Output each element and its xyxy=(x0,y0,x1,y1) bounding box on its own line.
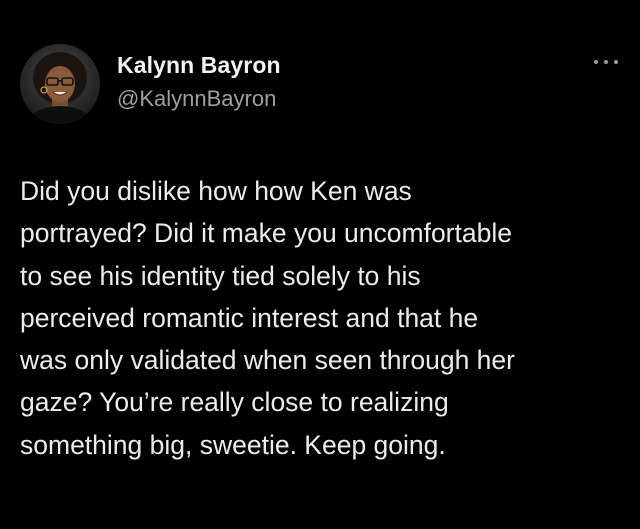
tweet-text-line: something big, sweetie. Keep going. xyxy=(20,429,446,460)
more-options-icon[interactable] xyxy=(594,56,618,68)
tweet-text-line: to see his identity tied solely to his xyxy=(20,260,421,291)
more-dot xyxy=(614,60,618,64)
author-block: Kalynn Bayron @KalynnBayron xyxy=(117,50,281,113)
tweet-text: Did you dislike how how Ken was portraye… xyxy=(20,170,620,466)
author-display-name[interactable]: Kalynn Bayron xyxy=(117,50,281,80)
avatar[interactable] xyxy=(20,44,100,124)
tweet-text-line: Did you dislike how how Ken was xyxy=(20,176,412,206)
tweet-text-line: was only validated when seen through her xyxy=(20,345,515,376)
tweet-text-line: perceived romantic interest and that he xyxy=(20,302,479,333)
tweet-card: Kalynn Bayron @KalynnBayron Did you disl… xyxy=(0,0,640,529)
tweet-text-line: portrayed? Did it make you uncomfortable xyxy=(20,218,512,249)
more-dot xyxy=(594,60,598,64)
tweet-text-line: gaze? You’re really close to realizing xyxy=(20,387,449,418)
author-handle[interactable]: @KalynnBayron xyxy=(117,85,281,113)
more-dot xyxy=(604,60,608,64)
profile-photo-icon xyxy=(20,44,100,124)
